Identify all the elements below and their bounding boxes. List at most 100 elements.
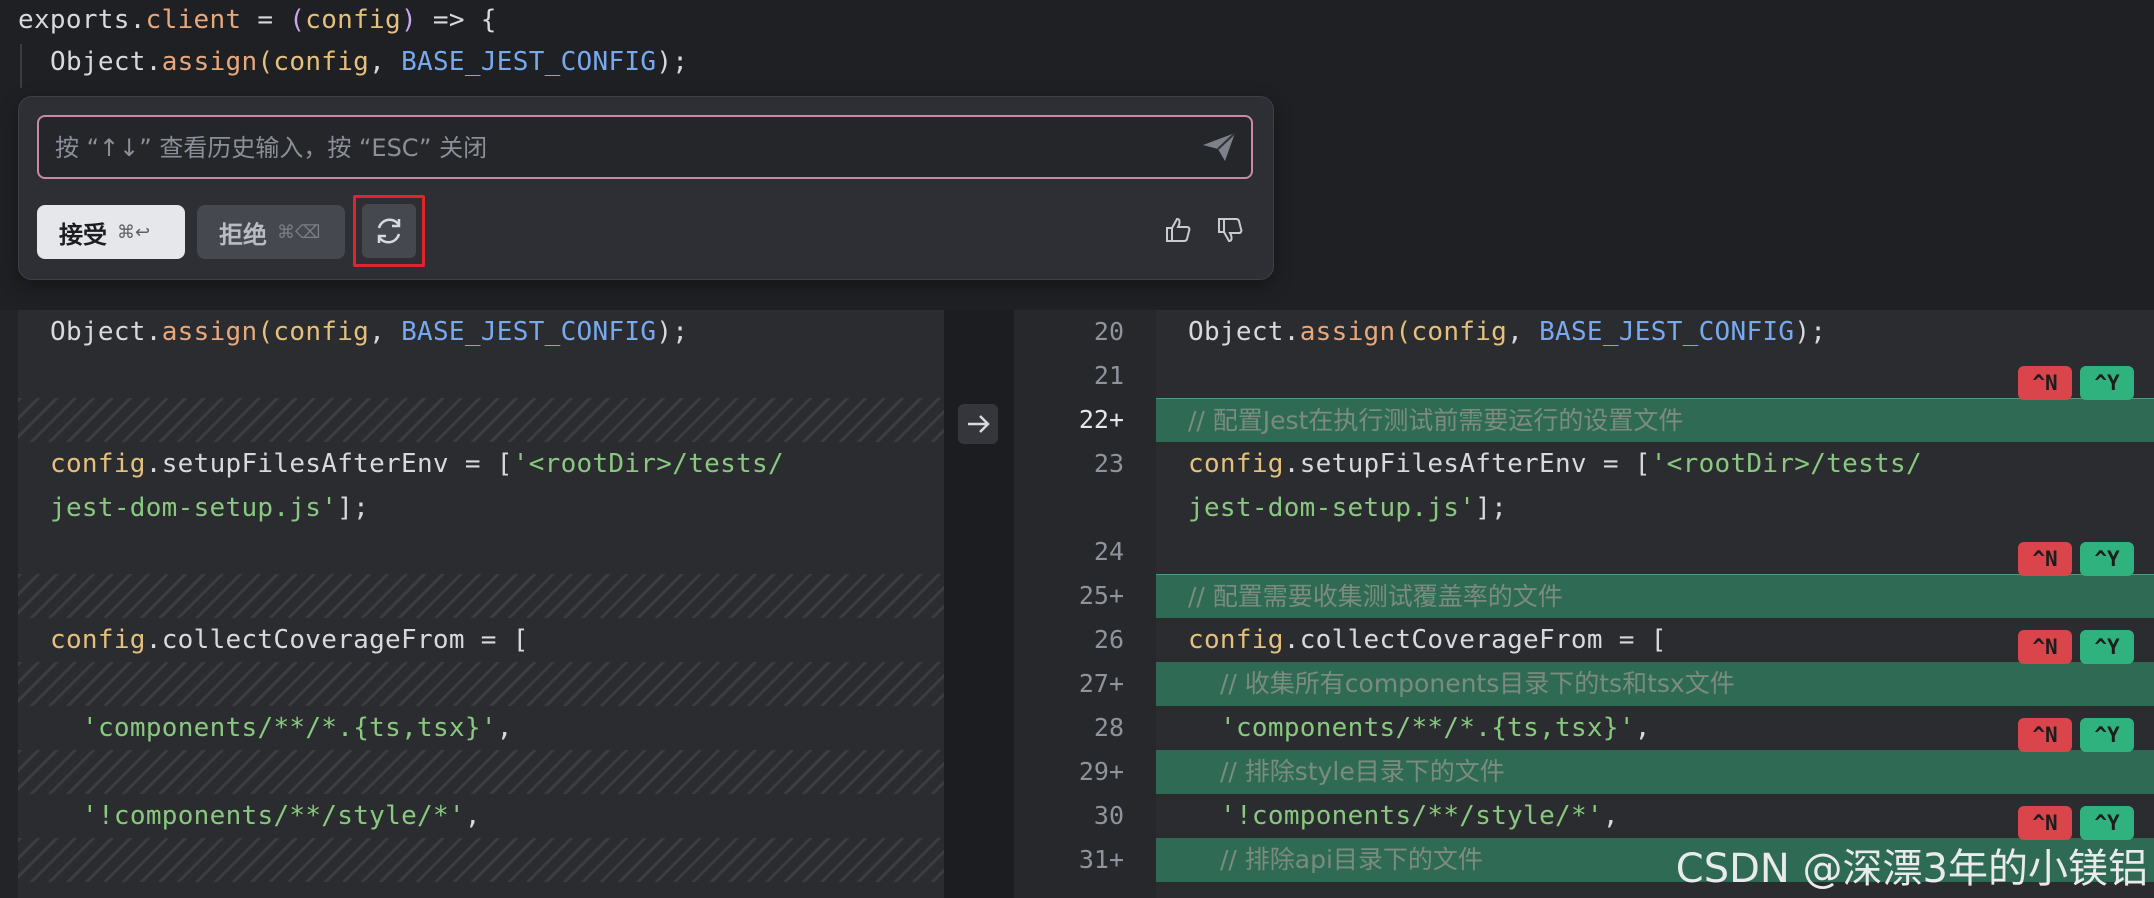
reject-hunk-badge[interactable]: ^N	[2018, 806, 2072, 840]
code-token: BASE_JEST_CONFIG	[401, 317, 657, 347]
code-token: = [	[1586, 449, 1651, 479]
added-line: // 配置需要收集测试覆盖率的文件	[1156, 574, 2154, 618]
code-token: collectCoverageFrom	[1299, 625, 1603, 655]
thumbs-up-icon[interactable]	[1163, 215, 1193, 245]
code-token: '<rootDir>/tests/	[512, 449, 784, 479]
code-token: (	[257, 47, 274, 77]
code-comment: // 收集所有components目录下的ts和tsx文件	[1220, 669, 1735, 698]
code-line-object-assign: Object.assign(config, BASE_JEST_CONFIG);	[50, 42, 688, 86]
code-token: assign	[1299, 317, 1396, 347]
code-token: config	[1188, 449, 1284, 479]
added-comment: // 排除api目录下的文件	[1220, 838, 1483, 882]
diff-placeholder-hatch	[18, 574, 944, 618]
reject-hunk-badge[interactable]: ^N	[2018, 630, 2072, 664]
left-diff-pane: Object.assign(config, BASE_JEST_CONFIG);…	[18, 310, 944, 898]
apply-change-button[interactable]	[958, 404, 998, 444]
code-token: '<rootDir>/tests/	[1650, 449, 1922, 479]
code-token: exports	[18, 5, 130, 35]
code-token: );	[656, 317, 689, 347]
line-number: 26	[1093, 625, 1124, 654]
code-token: ,	[464, 801, 481, 831]
left-code-line: '!components/**/style/*',	[82, 794, 481, 838]
code-token: ,	[369, 47, 402, 77]
code-token: Object	[50, 317, 146, 347]
code-token: .	[1283, 449, 1300, 479]
arrow-right-icon	[968, 415, 990, 433]
regenerate-button[interactable]	[362, 204, 416, 258]
reject-hunk-badge[interactable]: ^N	[2018, 366, 2072, 400]
code-token: config	[273, 47, 370, 77]
accept-hunk-badge[interactable]: ^Y	[2080, 718, 2134, 752]
code-token: config	[305, 5, 401, 35]
code-token: config	[1188, 625, 1284, 655]
code-token: .	[145, 317, 162, 347]
left-code-line: jest-dom-setup.js'];	[50, 486, 369, 530]
left-code-line: Object.assign(config, BASE_JEST_CONFIG);	[50, 310, 688, 354]
right-code-line: config.setupFilesAfterEnv = ['<rootDir>/…	[1188, 442, 1922, 486]
code-token: setupFilesAfterEnv	[1299, 449, 1587, 479]
prompt-input-box[interactable]	[37, 115, 1253, 179]
code-token: config	[50, 625, 146, 655]
code-token: ];	[1475, 493, 1508, 523]
code-token: setupFilesAfterEnv	[161, 449, 449, 479]
diff-divider	[944, 310, 1014, 898]
added-line: // 配置Jest在执行测试前需要运行的设置文件	[1156, 398, 2154, 442]
added-comment: // 排除style目录下的文件	[1220, 750, 1505, 794]
code-token: ,	[1602, 801, 1619, 831]
code-token: .	[145, 449, 162, 479]
code-token: )	[400, 5, 417, 35]
accept-hunk-badge[interactable]: ^Y	[2080, 630, 2134, 664]
code-token: config	[1411, 317, 1508, 347]
code-comment: // 配置需要收集测试覆盖率的文件	[1188, 582, 1563, 611]
send-icon[interactable]	[1201, 131, 1237, 163]
added-comment: // 配置Jest在执行测试前需要运行的设置文件	[1188, 399, 1683, 443]
right-code-line: Object.assign(config, BASE_JEST_CONFIG);	[1188, 310, 1826, 354]
reject-button[interactable]: 拒绝 ⌘⌫	[197, 205, 345, 259]
code-token: 'components/**/*.{ts,tsx}'	[82, 713, 497, 743]
code-token: .	[145, 625, 162, 655]
code-token: config	[273, 317, 370, 347]
code-token: config	[50, 449, 146, 479]
code-token: (	[257, 317, 274, 347]
accept-shortcut-hint: ⌘↩	[117, 221, 151, 243]
thumbs-down-icon[interactable]	[1215, 215, 1245, 245]
diff-placeholder-hatch	[18, 838, 944, 882]
code-token: 'components/**/*.{ts,tsx}'	[1220, 713, 1635, 743]
reject-hunk-badge[interactable]: ^N	[2018, 542, 2072, 576]
code-token: Object	[50, 47, 146, 77]
line-number: 27+	[1078, 669, 1124, 698]
code-line-exports-client: exports.client = (config) => {	[18, 0, 497, 44]
code-token: );	[656, 47, 689, 77]
inline-ai-prompt-panel: 接受 ⌘↩ 拒绝 ⌘⌫	[18, 96, 1274, 280]
added-line: // 排除style目录下的文件	[1156, 750, 2154, 794]
code-token: = [	[448, 449, 513, 479]
code-token: ];	[337, 493, 370, 523]
accept-hunk-badge[interactable]: ^Y	[2080, 542, 2134, 576]
line-number: 24	[1093, 537, 1124, 566]
code-comment: // 配置Jest在执行测试前需要运行的设置文件	[1188, 406, 1684, 435]
accept-button[interactable]: 接受 ⌘↩	[37, 205, 185, 259]
watermark: CSDN @深漂3年的小镁铝	[1675, 846, 2148, 892]
line-number: 31+	[1078, 845, 1124, 874]
right-code-line: '!components/**/style/*',	[1220, 794, 1619, 838]
added-line: // 收集所有components目录下的ts和tsx文件	[1156, 662, 2154, 706]
indent-guide	[20, 44, 22, 88]
code-token: jest-dom-setup.js'	[50, 493, 338, 523]
accept-hunk-badge[interactable]: ^Y	[2080, 806, 2134, 840]
prompt-input[interactable]	[53, 117, 1157, 179]
code-token: => {	[416, 5, 497, 35]
left-code-line: config.collectCoverageFrom = [	[50, 618, 529, 662]
accept-hunk-badge[interactable]: ^Y	[2080, 366, 2134, 400]
reject-button-label: 拒绝	[219, 220, 267, 249]
left-code-line: 'components/**/*.{ts,tsx}',	[82, 706, 513, 750]
refresh-icon	[377, 218, 401, 244]
code-token: '!components/**/style/*'	[1220, 801, 1603, 831]
code-token: Object	[1188, 317, 1284, 347]
code-token: ,	[496, 713, 513, 743]
line-number: 22+	[1078, 405, 1124, 434]
line-number: 21	[1093, 361, 1124, 390]
code-token: (	[1395, 317, 1412, 347]
regenerate-highlight-box	[353, 195, 425, 267]
left-diff-gutter	[0, 310, 18, 898]
reject-hunk-badge[interactable]: ^N	[2018, 718, 2072, 752]
